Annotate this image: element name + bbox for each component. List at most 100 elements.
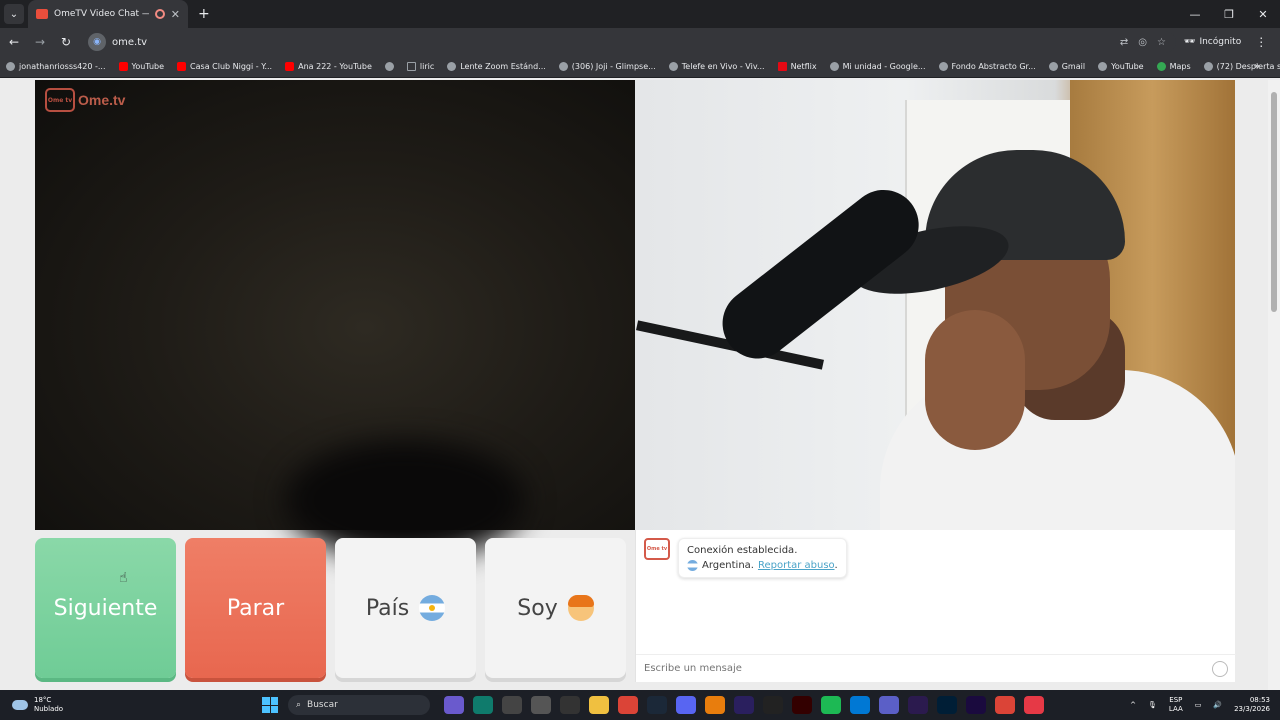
bookmark-label: (306) Joji - Glimpse... — [571, 62, 656, 71]
tab-title: OmeTV Video Chat — Om — [54, 9, 149, 19]
globe-icon — [938, 62, 948, 71]
taskbar-search[interactable]: ⌕ Buscar — [288, 695, 430, 715]
discord-icon[interactable] — [676, 696, 696, 714]
folder-icon — [406, 62, 416, 71]
boy-face-icon — [567, 595, 594, 621]
chevron-up-icon[interactable]: ^ — [1130, 701, 1136, 709]
bookmark-item[interactable]: Telefe en Vivo - Viv... — [668, 62, 765, 71]
bookmark-label: liric — [419, 62, 435, 71]
tab-close-icon[interactable]: ✕ — [171, 8, 180, 21]
photoshop-icon[interactable] — [937, 696, 957, 714]
scrollbar-thumb[interactable] — [1271, 92, 1277, 312]
illustrator-icon[interactable] — [792, 696, 812, 714]
clock[interactable]: 08:53 23/3/2026 — [1234, 696, 1270, 714]
back-button[interactable]: ← — [2, 35, 26, 49]
forward-button[interactable]: → — [28, 35, 52, 49]
unreal-icon[interactable] — [763, 696, 783, 714]
site-info-icon[interactable]: ◉ — [88, 33, 106, 51]
bookmark-item[interactable]: (306) Joji - Glimpse... — [558, 62, 656, 71]
store-icon[interactable] — [531, 696, 551, 714]
bookmark-item[interactable] — [384, 62, 394, 71]
file-explorer-icon[interactable] — [589, 696, 609, 714]
copilot-icon[interactable] — [444, 696, 464, 714]
lang-bottom: LAA — [1168, 705, 1183, 713]
minimize-button[interactable]: — — [1178, 0, 1212, 28]
app-icon[interactable] — [1024, 696, 1044, 714]
report-suffix: . — [834, 560, 838, 571]
after-effects-icon[interactable] — [734, 696, 754, 714]
chrome-icon[interactable] — [618, 696, 638, 714]
bookmarks-overflow-icon[interactable]: » — [1254, 61, 1260, 72]
windows-taskbar: 18°C Nublado ⌕ Buscar ^ 🎙 ESP LAA ▭ 🔊 08… — [0, 690, 1280, 720]
chatgpt-icon[interactable] — [502, 696, 522, 714]
taskbar-apps — [444, 696, 1044, 714]
bookmark-label: Netflix — [790, 62, 817, 71]
stop-button[interactable]: Parar — [185, 538, 326, 678]
bookmark-label: Casa Club Niggi - Y... — [190, 62, 273, 71]
new-tab-button[interactable]: + — [198, 6, 210, 22]
ometv-page: Ome tv Ome.tv Siguiente ☝ Parar País Soy… — [0, 80, 1280, 690]
volume-icon[interactable]: 🔊 — [1213, 701, 1222, 709]
country-button[interactable]: País — [335, 538, 476, 678]
outlook-icon[interactable] — [850, 696, 870, 714]
time: 08:53 — [1249, 696, 1270, 704]
bookmark-item[interactable]: Mi unidad - Google... — [829, 62, 926, 71]
translate-icon[interactable]: ⇄ — [1120, 37, 1128, 48]
incognito-indicator[interactable]: 🕶 Incógnito — [1184, 37, 1241, 47]
bookmark-item[interactable]: Lente Zoom Estánd... — [447, 62, 546, 71]
teams-icon[interactable] — [879, 696, 899, 714]
bookmark-item[interactable]: YouTube — [118, 62, 164, 71]
bookmark-item[interactable]: Gmail — [1048, 62, 1085, 71]
steam-icon[interactable] — [647, 696, 667, 714]
chrome-incognito-icon[interactable] — [995, 696, 1015, 714]
next-button[interactable]: Siguiente ☝ — [35, 538, 176, 678]
temperature: 18°C — [34, 696, 52, 704]
message-bubble: Conexión establecida. Argentina. Reporta… — [678, 538, 847, 578]
blender-icon[interactable] — [705, 696, 725, 714]
argentina-flag-icon — [687, 560, 698, 571]
next-label: Siguiente — [53, 595, 158, 621]
bookmark-item[interactable]: Ana 222 - YouTube — [285, 62, 372, 71]
bookmark-folder[interactable]: liric — [406, 62, 435, 71]
microphone-icon[interactable]: 🎙 — [1148, 701, 1157, 709]
tab-search-button[interactable]: ⌄ — [4, 4, 24, 24]
premiere-icon[interactable] — [908, 696, 928, 714]
close-window-button[interactable]: ✕ — [1246, 0, 1280, 28]
windows-start-icon[interactable] — [262, 697, 278, 713]
maximize-button[interactable]: ❐ — [1212, 0, 1246, 28]
weather-condition: Nublado — [34, 705, 64, 713]
bookmarks-bar: jonathanriosss420 -... YouTube Casa Club… — [0, 56, 1280, 78]
bookmark-item[interactable]: Netflix — [777, 62, 817, 71]
emoji-icon[interactable] — [1212, 661, 1228, 677]
language-indicator[interactable]: ESP LAA — [1169, 696, 1183, 714]
date: 23/3/2026 — [1234, 705, 1270, 713]
globe-icon — [668, 62, 678, 71]
reload-button[interactable]: ↻ — [54, 35, 78, 49]
active-tab[interactable]: OmeTV Video Chat — Om ✕ — [28, 0, 188, 28]
spotify-icon[interactable] — [821, 696, 841, 714]
bookmark-item[interactable]: Maps — [1156, 62, 1191, 71]
bookmark-label: Maps — [1169, 62, 1191, 71]
browser-menu-icon[interactable]: ⋮ — [1255, 35, 1267, 49]
epic-games-icon[interactable] — [560, 696, 580, 714]
after-effects-icon[interactable] — [966, 696, 986, 714]
address-bar[interactable]: ◉ ome.tv ⇄ ◎ ☆ — [86, 31, 1176, 53]
bookmark-item[interactable]: (72) Despierta solda... — [1203, 62, 1280, 71]
bookmark-item[interactable]: Casa Club Niggi - Y... — [177, 62, 272, 71]
bookmark-item[interactable]: YouTube — [1098, 62, 1144, 71]
message-input[interactable] — [644, 663, 1184, 674]
gender-button[interactable]: Soy — [485, 538, 626, 678]
browser-toolbar: ← → ↻ ◉ ome.tv ⇄ ◎ ☆ 🕶 Incógnito ⋮ — [0, 28, 1280, 56]
star-icon[interactable]: ☆ — [1157, 37, 1166, 48]
report-abuse-link[interactable]: Reportar abuso — [758, 560, 835, 571]
country-label: País — [365, 595, 410, 621]
display-icon[interactable]: ▭ — [1195, 701, 1202, 709]
weather-widget[interactable]: 18°C Nublado — [12, 696, 242, 714]
eye-off-icon[interactable]: ◎ — [1138, 37, 1147, 48]
bookmark-item[interactable]: Fondo Abstracto Gr... — [938, 62, 1036, 71]
partner-country: Argentina. — [702, 560, 754, 571]
bookmark-item[interactable]: jonathanriosss420 -... — [6, 62, 106, 71]
page-scrollbar[interactable] — [1268, 80, 1280, 690]
youtube-icon — [118, 62, 128, 71]
edge-icon[interactable] — [473, 696, 493, 714]
